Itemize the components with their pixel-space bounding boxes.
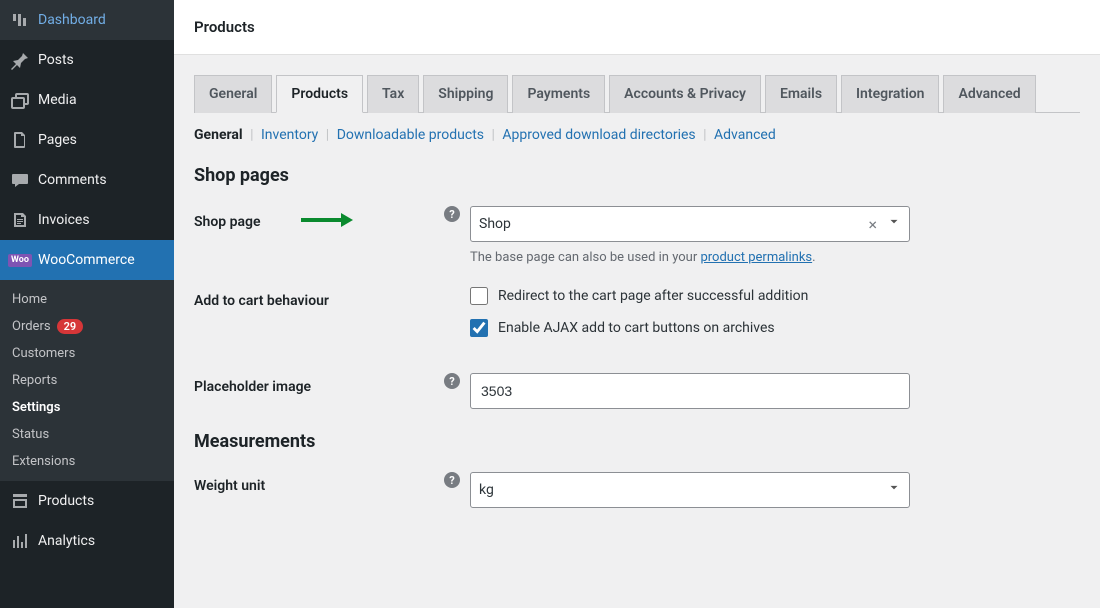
sidebar-label: Analytics <box>38 533 95 549</box>
link-product-permalinks[interactable]: product permalinks <box>700 250 812 265</box>
sidebar-label: Invoices <box>38 212 90 228</box>
help-icon[interactable]: ? <box>444 472 460 488</box>
submenu-item-reports[interactable]: Reports <box>0 367 174 394</box>
orders-badge: 29 <box>57 319 84 334</box>
page-title: Products <box>194 18 1080 36</box>
submenu-item-extensions[interactable]: Extensions <box>0 448 174 475</box>
tab-accounts-privacy[interactable]: Accounts & Privacy <box>609 75 761 113</box>
field-weight-unit: kg <box>470 472 910 508</box>
tab-tax[interactable]: Tax <box>367 75 419 113</box>
weight-unit-select[interactable]: kg <box>470 472 910 508</box>
settings-content: General Products Tax Shipping Payments A… <box>174 55 1100 550</box>
subtab-approved-download-dirs[interactable]: Approved download directories <box>502 127 695 143</box>
section-measurements: Measurements <box>194 431 1080 452</box>
sidebar-label: Posts <box>38 52 74 68</box>
subtab-general[interactable]: General <box>194 127 243 143</box>
woocommerce-submenu: Home Orders 29 Customers Reports Setting… <box>0 280 174 481</box>
sidebar-item-woocommerce[interactable]: Woo WooCommerce <box>0 240 174 280</box>
settings-subtabs: General | Inventory | Downloadable produ… <box>194 127 1080 143</box>
shop-page-select[interactable]: Shop × <box>470 206 910 242</box>
sidebar-item-analytics[interactable]: Analytics <box>0 521 174 561</box>
tab-emails[interactable]: Emails <box>765 75 837 113</box>
tab-advanced[interactable]: Advanced <box>943 75 1035 113</box>
row-add-to-cart: Add to cart behaviour Redirect to the ca… <box>194 287 1080 351</box>
sidebar-label: WooCommerce <box>38 252 135 268</box>
comments-icon <box>10 170 30 190</box>
submenu-item-settings[interactable]: Settings <box>0 394 174 421</box>
dashboard-icon <box>10 10 30 30</box>
tab-integration[interactable]: Integration <box>841 75 939 113</box>
chevron-down-icon <box>883 481 901 499</box>
arrow-right-icon <box>301 212 353 232</box>
sidebar-label: Products <box>38 493 94 509</box>
submenu-item-home[interactable]: Home <box>0 286 174 313</box>
checkbox-ajax-cart[interactable]: Enable AJAX add to cart buttons on archi… <box>470 319 910 337</box>
field-placeholder-image <box>470 373 910 409</box>
label-placeholder-image: Placeholder image <box>194 373 444 395</box>
analytics-icon <box>10 531 30 551</box>
sidebar-label: Dashboard <box>38 12 106 28</box>
sidebar-item-comments[interactable]: Comments <box>0 160 174 200</box>
woocommerce-icon: Woo <box>10 250 30 270</box>
main-content: Products General Products Tax Shipping P… <box>174 0 1100 608</box>
pages-icon <box>10 130 30 150</box>
sidebar-item-media[interactable]: Media <box>0 80 174 120</box>
media-icon <box>10 90 30 110</box>
label-weight-unit: Weight unit <box>194 472 444 494</box>
help-icon[interactable]: ? <box>444 206 460 222</box>
sidebar-item-dashboard[interactable]: Dashboard <box>0 0 174 40</box>
label-shop-page: Shop page <box>194 206 444 232</box>
help-icon[interactable]: ? <box>444 373 460 389</box>
label-add-to-cart: Add to cart behaviour <box>194 287 444 309</box>
row-shop-page: Shop page ? Shop × The base page can als… <box>194 206 1080 265</box>
checkbox-redirect-cart[interactable]: Redirect to the cart page after successf… <box>470 287 910 305</box>
subtab-downloadable[interactable]: Downloadable products <box>337 127 484 143</box>
subtab-advanced[interactable]: Advanced <box>714 127 776 143</box>
page-header: Products <box>174 0 1100 55</box>
submenu-item-orders[interactable]: Orders 29 <box>0 313 174 340</box>
chevron-down-icon <box>883 215 901 233</box>
submenu-item-status[interactable]: Status <box>0 421 174 448</box>
admin-sidebar: Dashboard Posts Media Pages Comments Inv… <box>0 0 174 608</box>
sidebar-label: Media <box>38 92 77 108</box>
tab-payments[interactable]: Payments <box>512 75 605 113</box>
section-shop-pages: Shop pages <box>194 165 1080 186</box>
clear-icon[interactable]: × <box>862 215 883 234</box>
settings-tabs: General Products Tax Shipping Payments A… <box>194 75 1080 113</box>
sidebar-item-posts[interactable]: Posts <box>0 40 174 80</box>
submenu-item-customers[interactable]: Customers <box>0 340 174 367</box>
row-weight-unit: Weight unit ? kg <box>194 472 1080 508</box>
field-add-to-cart: Redirect to the cart page after successf… <box>470 287 910 351</box>
sidebar-item-invoices[interactable]: Invoices <box>0 200 174 240</box>
placeholder-image-input[interactable] <box>470 373 910 409</box>
sidebar-label: Pages <box>38 132 77 148</box>
sidebar-item-pages[interactable]: Pages <box>0 120 174 160</box>
field-shop-page: Shop × The base page can also be used in… <box>470 206 910 265</box>
tab-products[interactable]: Products <box>276 75 363 113</box>
invoices-icon <box>10 210 30 230</box>
checkbox-redirect-cart-input[interactable] <box>470 287 488 305</box>
checkbox-ajax-cart-input[interactable] <box>470 319 488 337</box>
subtab-inventory[interactable]: Inventory <box>261 127 318 143</box>
tab-general[interactable]: General <box>194 75 272 113</box>
row-placeholder-image: Placeholder image ? <box>194 373 1080 409</box>
tab-shipping[interactable]: Shipping <box>423 75 508 113</box>
sidebar-label: Comments <box>38 172 107 188</box>
products-icon <box>10 491 30 511</box>
pin-icon <box>10 50 30 70</box>
sidebar-item-products[interactable]: Products <box>0 481 174 521</box>
shop-page-description: The base page can also be used in your p… <box>470 250 910 265</box>
